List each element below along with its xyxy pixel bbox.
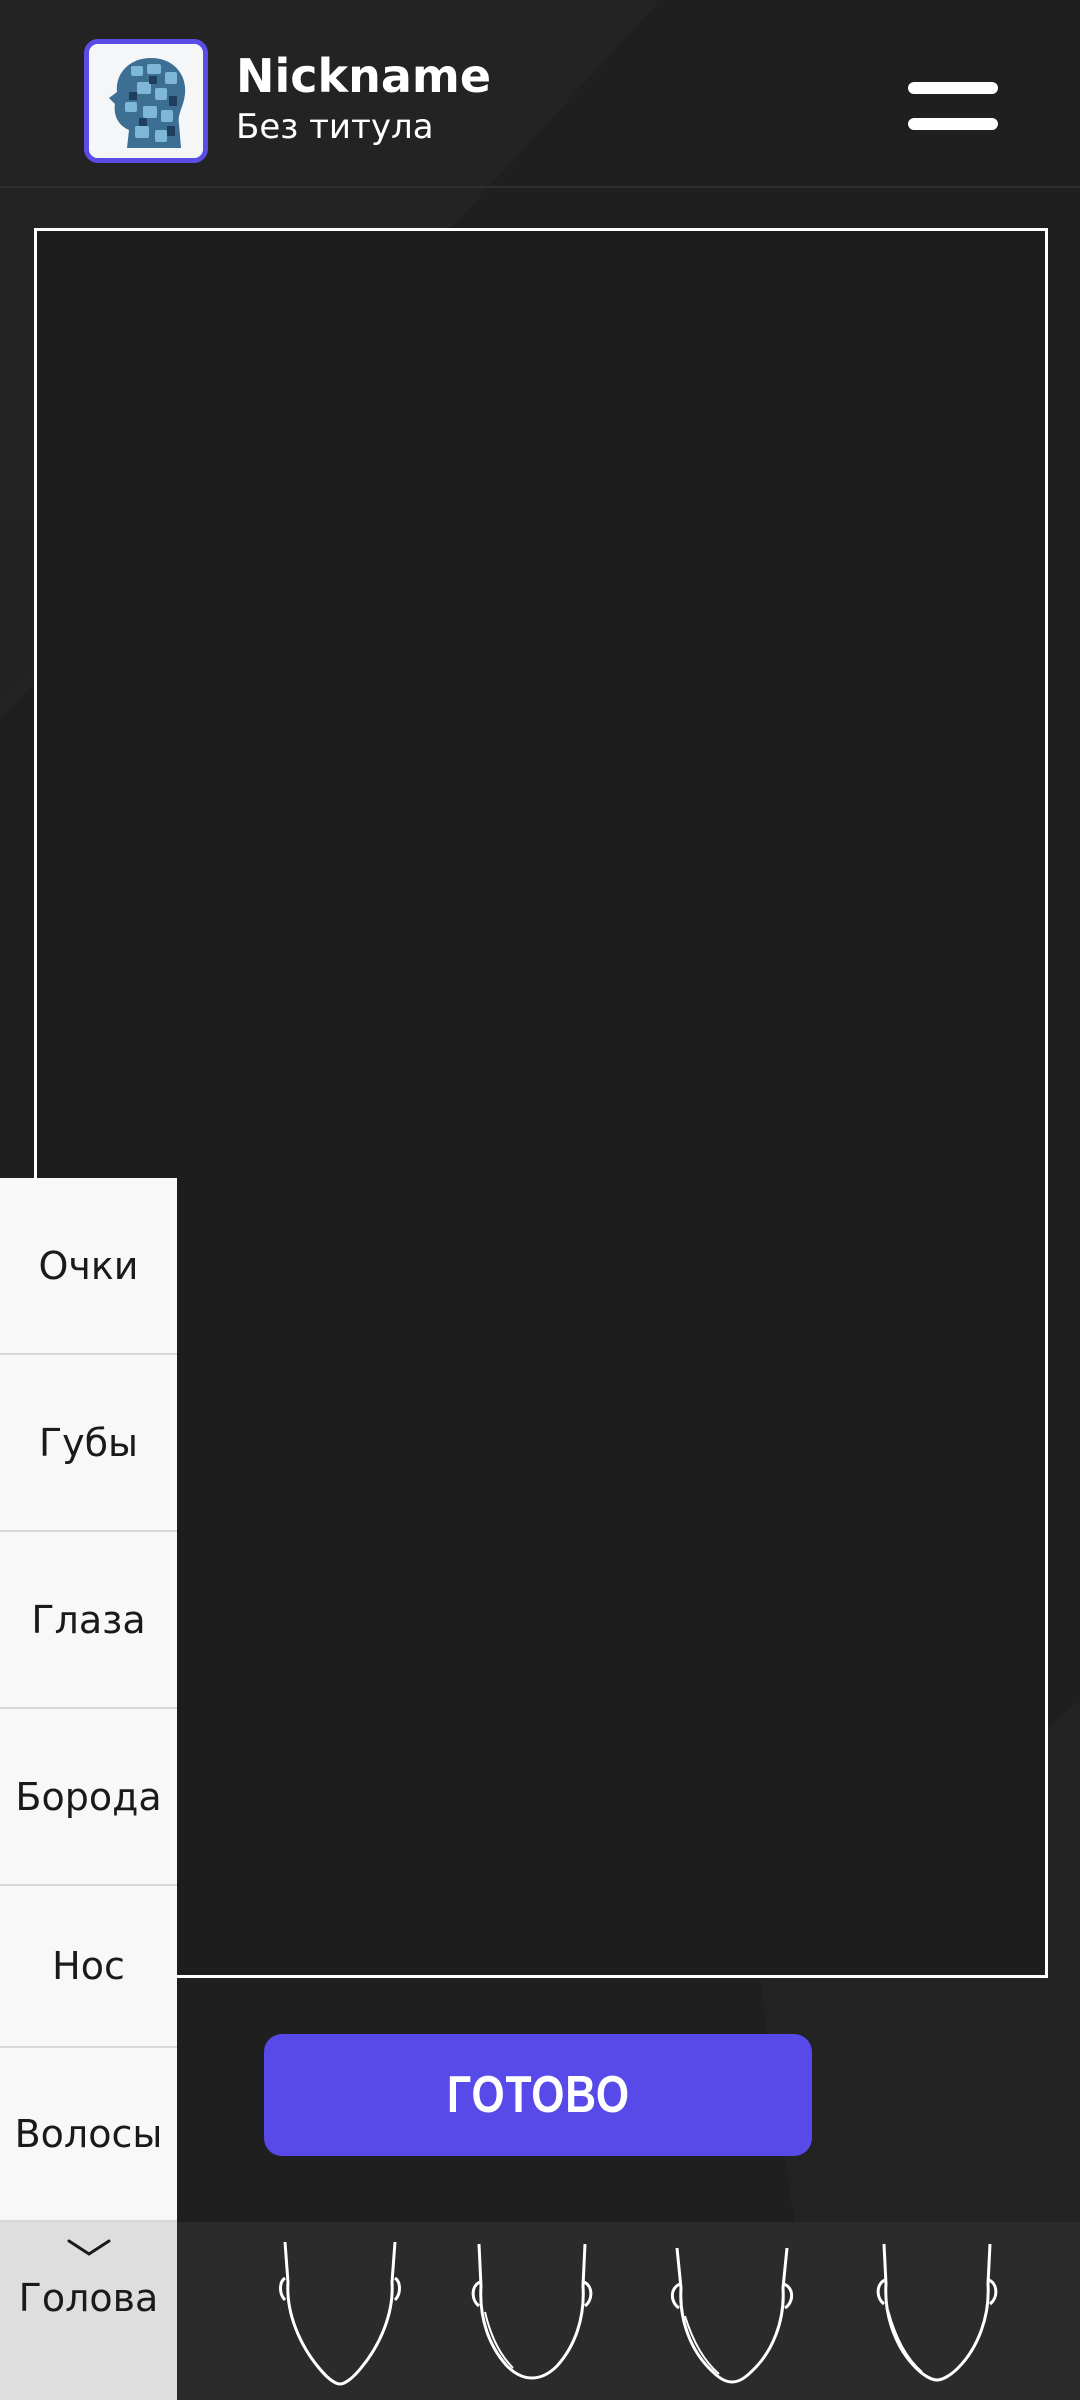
category-lips[interactable]: Губы <box>0 1355 177 1532</box>
done-button-label: ГОТОВО <box>446 2066 630 2124</box>
category-nose[interactable]: Нос <box>0 1886 177 2048</box>
nickname: Nickname <box>236 49 492 103</box>
category-eyes[interactable]: Глаза <box>0 1532 177 1709</box>
done-button[interactable]: ГОТОВО <box>264 2034 812 2156</box>
head-shape-option-3-icon <box>670 2247 794 2384</box>
category-head[interactable]: Голова <box>0 2222 177 2400</box>
avatar[interactable] <box>84 39 208 163</box>
category-hair[interactable]: Волосы <box>0 2048 177 2222</box>
category-beard[interactable]: Борода <box>0 1709 177 1886</box>
head-options-strip[interactable] <box>177 2222 1080 2400</box>
puzzle-head-avatar-icon <box>89 44 203 158</box>
category-label: Волосы <box>14 2112 163 2156</box>
head-option[interactable] <box>667 2242 797 2392</box>
category-label: Голова <box>18 2276 159 2320</box>
category-label: Борода <box>15 1774 162 1819</box>
chevron-down-icon <box>67 2239 110 2256</box>
head-option[interactable] <box>275 2242 405 2392</box>
profile-header: Nickname Без титула <box>0 0 1080 188</box>
head-shape-option-1-icon <box>279 2242 401 2386</box>
menu-bar <box>908 82 998 94</box>
category-label: Глаза <box>31 1597 146 1642</box>
head-option[interactable] <box>467 2242 597 2392</box>
category-panel: Очки Губы Глаза Борода Нос Волосы Голова <box>0 1178 177 2400</box>
head-option[interactable] <box>872 2242 1002 2392</box>
category-glasses[interactable]: Очки <box>0 1178 177 1355</box>
head-shape-option-4-icon <box>876 2243 998 2382</box>
category-label: Нос <box>52 1944 125 1988</box>
menu-bar <box>908 118 998 130</box>
category-label: Очки <box>38 1243 139 1288</box>
avatar-canvas[interactable] <box>34 228 1048 1978</box>
category-label: Губы <box>38 1420 139 1465</box>
user-title: Без титула <box>236 107 434 147</box>
head-shape-option-2-icon <box>471 2243 593 2380</box>
hamburger-menu-icon[interactable] <box>905 76 1001 136</box>
